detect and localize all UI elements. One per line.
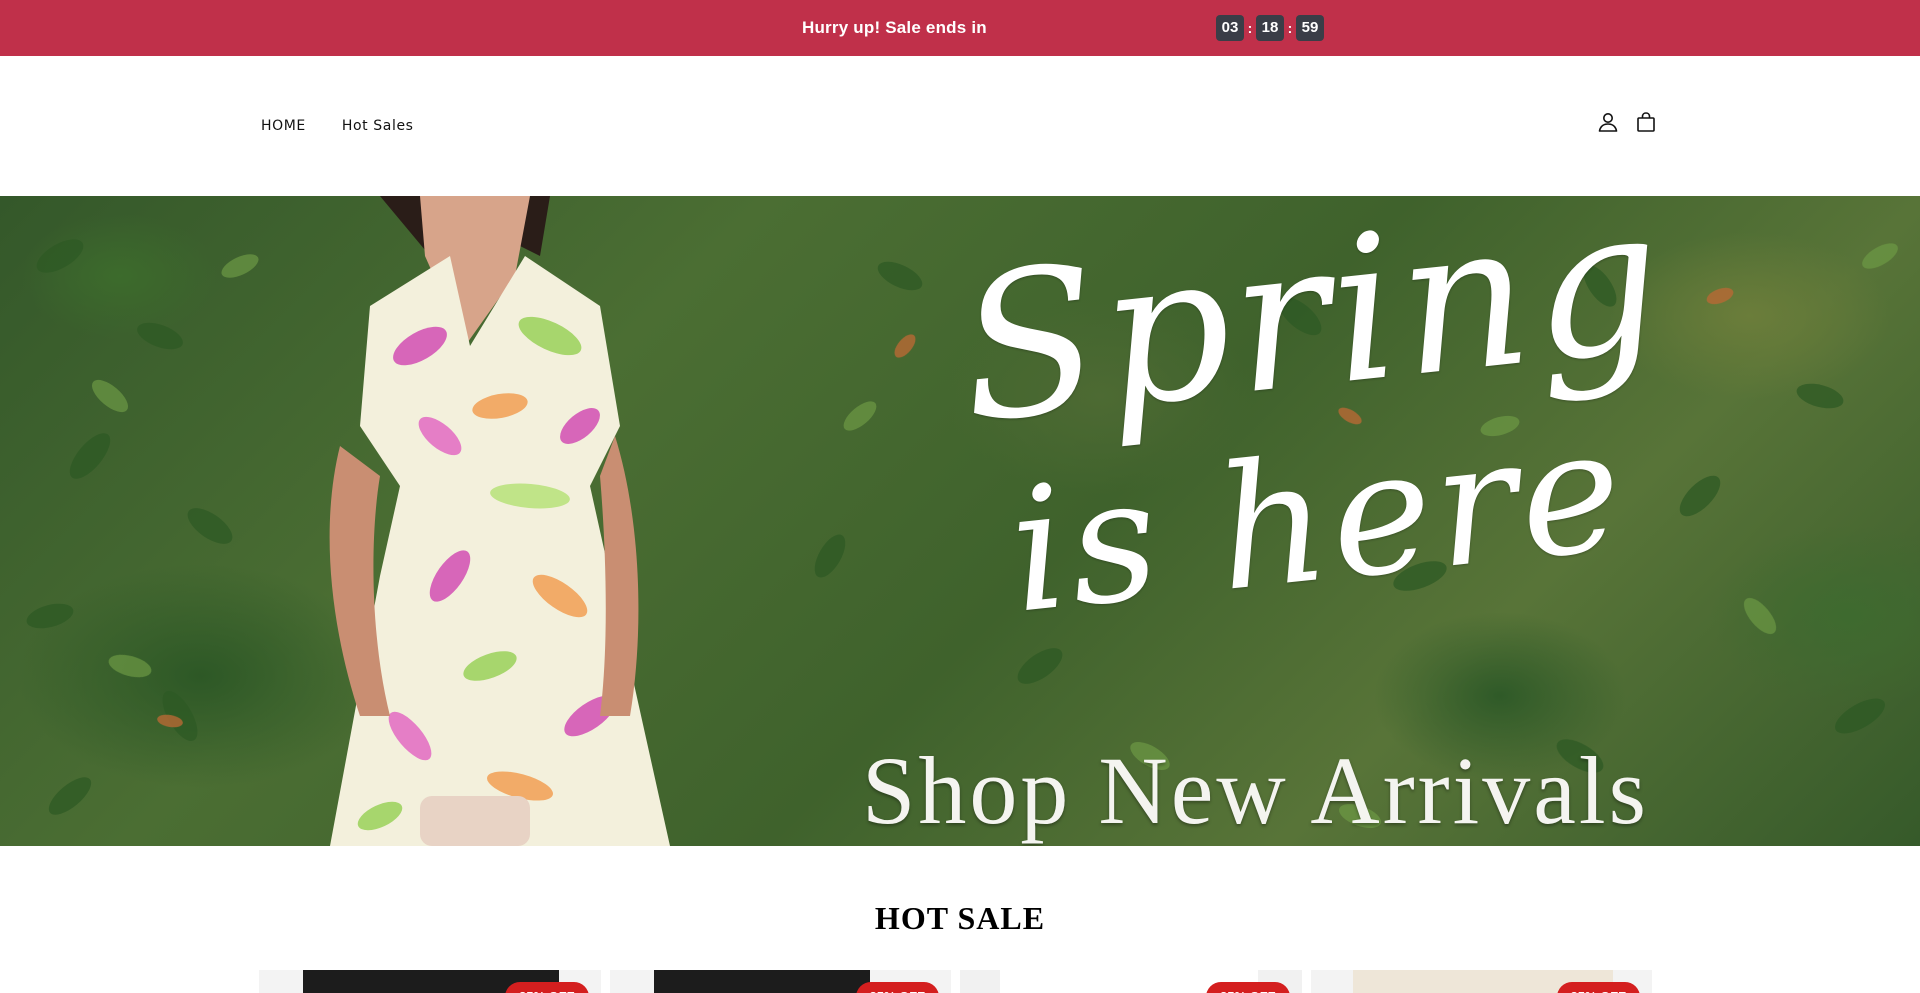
nav-item-hot-sales[interactable]: Hot Sales (342, 118, 414, 134)
account-icon[interactable] (1596, 110, 1620, 134)
discount-badge: 25% OFF (1556, 982, 1641, 993)
product-card[interactable]: 25% OFF (1310, 970, 1652, 993)
countdown-minutes: 18 (1256, 15, 1284, 41)
product-card[interactable]: 25% OFF (609, 970, 951, 993)
cart-bag-icon[interactable] (1634, 110, 1658, 134)
shop-new-arrivals-link[interactable]: Shop New Arrivals (862, 741, 1649, 841)
product-card[interactable]: 25% OFF (960, 970, 1302, 993)
section-title: HOT SALE (874, 900, 1046, 936)
site-header: HOME Hot Sales (0, 56, 1920, 196)
countdown-timer: 03 : 18 : 59 (1216, 15, 1324, 41)
product-grid: 25% OFF 25% OFF 25% OFF 25% OFF (259, 970, 1652, 993)
hero-banner[interactable]: Spring is here Shop New Arrivals (0, 196, 1920, 846)
discount-badge: 25% OFF (1206, 982, 1290, 993)
discount-badge: 25% OFF (855, 982, 940, 993)
countdown-separator: : (1247, 20, 1253, 36)
sale-announcement-text: Hurry up! Sale ends in (802, 18, 987, 37)
announcement-bar: Hurry up! Sale ends in 03 : 18 : 59 (0, 0, 1920, 56)
product-card[interactable]: 25% OFF (259, 970, 601, 993)
product-image (960, 970, 1000, 993)
nav-item-home[interactable]: HOME (261, 118, 306, 134)
countdown-separator: : (1287, 20, 1293, 36)
countdown-seconds: 59 (1296, 15, 1324, 41)
discount-badge: 25% OFF (505, 982, 589, 993)
main-nav: HOME Hot Sales (261, 56, 414, 196)
model-dress-figure (329, 196, 670, 846)
countdown-hours: 03 (1216, 15, 1244, 41)
header-icons (1596, 110, 1658, 134)
product-image (653, 970, 870, 993)
